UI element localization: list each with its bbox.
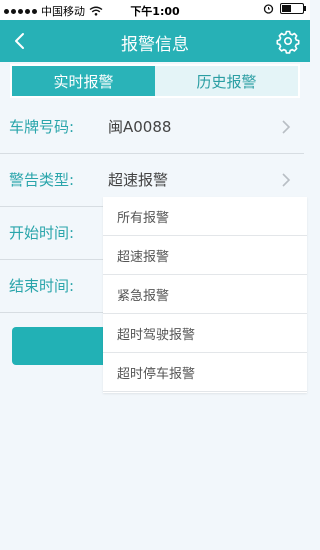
plate-number-label: 车牌号码: bbox=[9, 118, 75, 136]
dropdown-option-all[interactable]: 所有报警 bbox=[103, 197, 307, 236]
chevron-right-icon bbox=[282, 120, 291, 134]
alarm-type-label: 警告类型: bbox=[9, 171, 75, 189]
dropdown-option-overtime-parking[interactable]: 超时停车报警 bbox=[103, 353, 307, 392]
settings-button[interactable] bbox=[274, 27, 302, 55]
alarm-type-value: 超速报警 bbox=[108, 171, 169, 189]
dropdown-option-overtime-driving[interactable]: 超时驾驶报警 bbox=[103, 314, 307, 353]
start-time-label: 开始时间: bbox=[9, 224, 75, 242]
status-right bbox=[263, 3, 306, 14]
page-title: 报警信息 bbox=[121, 35, 189, 55]
gear-icon bbox=[276, 30, 300, 54]
nav-bar: 报警信息 bbox=[0, 20, 310, 62]
end-time-label: 结束时间: bbox=[9, 277, 75, 295]
alarm-type-dropdown: 所有报警 超速报警 紧急报警 超时驾驶报警 超时停车报警 bbox=[103, 197, 307, 393]
chevron-right-icon bbox=[282, 173, 291, 187]
status-bar: 中国移动 下午1:00 bbox=[0, 0, 310, 20]
tab-realtime-alarm[interactable]: 实时报警 bbox=[12, 66, 155, 96]
tab-history-alarm[interactable]: 历史报警 bbox=[155, 66, 298, 96]
plate-number-value: 闽A0088 bbox=[108, 118, 172, 136]
dropdown-option-emergency[interactable]: 紧急报警 bbox=[103, 275, 307, 314]
alarm-tabs: 实时报警 历史报警 bbox=[10, 64, 300, 98]
plate-number-row[interactable]: 车牌号码: 闽A0088 bbox=[0, 101, 310, 153]
dropdown-option-speeding[interactable]: 超速报警 bbox=[103, 236, 307, 275]
battery-icon bbox=[280, 3, 306, 14]
alarm-clock-icon bbox=[263, 4, 274, 14]
